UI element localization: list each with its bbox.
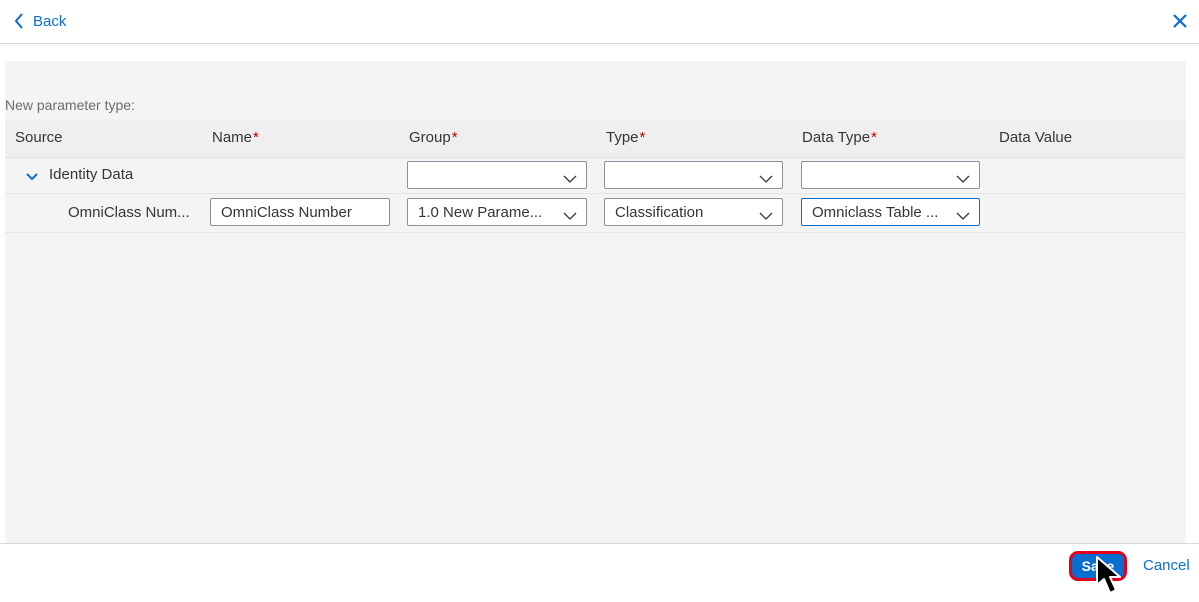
back-label: Back [33, 12, 67, 30]
chevron-down-icon[interactable] [956, 208, 970, 220]
column-header-name: Name* [212, 129, 259, 146]
chevron-down-icon[interactable] [759, 208, 773, 220]
required-marker: * [639, 129, 646, 146]
back-button[interactable]: Back [14, 9, 66, 33]
column-header-data-value: Data Value [999, 129, 1073, 146]
column-header-source: Source [15, 129, 63, 146]
required-marker: * [451, 129, 458, 146]
section-label: New parameter type: [5, 97, 135, 113]
data-type-select-identity-data[interactable] [801, 161, 980, 189]
chevron-down-icon[interactable] [25, 169, 39, 181]
cancel-button[interactable]: Cancel [1143, 557, 1190, 574]
column-header-data-type: Data Type* [802, 129, 877, 146]
dialog-footer: Save Cancel [0, 543, 1199, 596]
chevron-down-icon[interactable] [563, 208, 577, 220]
chevron-down-icon[interactable] [956, 171, 970, 183]
required-marker: * [871, 129, 877, 146]
group-select[interactable]: 1.0 New Parame... [407, 198, 587, 226]
type-select-identity-data[interactable] [604, 161, 783, 189]
data-type-select[interactable]: Omniclass Table ... [801, 198, 980, 226]
table-header: Source Name* Group* Type* Data Type* Dat… [5, 119, 1186, 158]
table-row-group: Identity Data [5, 157, 1186, 194]
column-header-group: Group* [409, 129, 458, 146]
dialog-header: Back [0, 0, 1199, 44]
close-button[interactable] [1171, 12, 1189, 30]
source-label: OmniClass Num... [68, 204, 190, 221]
group-label: Identity Data [49, 166, 134, 183]
name-input[interactable]: OmniClass Number [210, 198, 390, 226]
chevron-down-icon[interactable] [759, 171, 773, 183]
parameter-panel: New parameter type: Source Name* Group* … [5, 61, 1186, 543]
mouse-pointer-icon [1093, 555, 1131, 597]
close-icon [1171, 14, 1189, 34]
chevron-down-icon[interactable] [563, 171, 577, 183]
column-header-type: Type* [606, 129, 646, 146]
group-select-identity-data[interactable] [407, 161, 587, 189]
table-row: OmniClass Num... OmniClass Number 1.0 Ne… [5, 194, 1186, 233]
chevron-left-icon [14, 13, 24, 29]
type-select[interactable]: Classification [604, 198, 783, 226]
required-marker: * [253, 129, 259, 146]
